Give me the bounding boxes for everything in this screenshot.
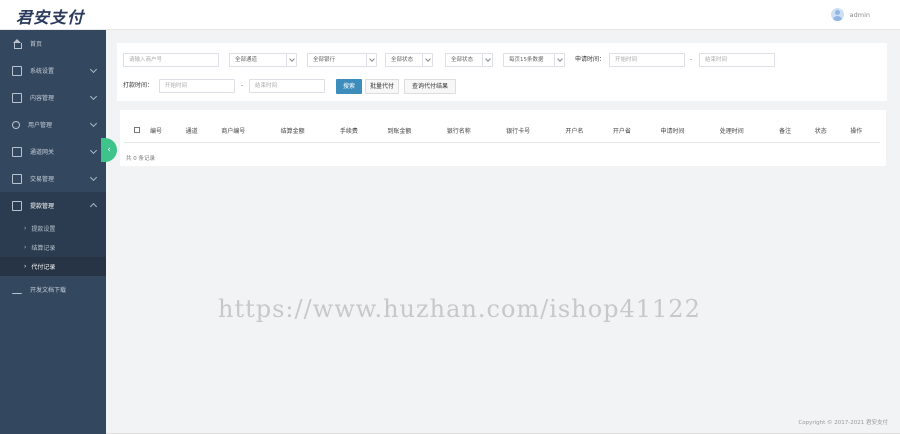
- column-header: 备注: [773, 120, 809, 143]
- select-value: 全部状态: [391, 57, 414, 63]
- select-value: 全部通道: [235, 57, 258, 63]
- footer-copyright: Copyright © 2017-2021 君安支付: [798, 420, 888, 426]
- column-header: 银行卡号: [500, 120, 560, 143]
- column-header: 通道: [179, 120, 216, 143]
- sidebar-item-users[interactable]: 用户管理: [0, 111, 106, 138]
- column-header: 手续费: [333, 120, 382, 143]
- range-dash: -: [241, 82, 244, 89]
- table-panel: 编号 通道 商户编号 结算金额 手续费 到账金额 银行名称 银行卡号 开户名 开…: [120, 110, 886, 166]
- submenu-item-label: 结算记录: [31, 245, 56, 252]
- chevron-down-icon: [482, 54, 492, 66]
- batch-payout-button[interactable]: 批量代付: [365, 79, 399, 94]
- submenu-item-label: 提款设置: [31, 226, 56, 233]
- submenu-item-withdraw-settings[interactable]: › 提款设置: [0, 219, 106, 238]
- column-header: 商户编号: [215, 120, 275, 143]
- channel-select[interactable]: 全部通道: [229, 53, 297, 67]
- record-count: 共 0 条记录: [126, 156, 155, 162]
- username: admin: [849, 10, 870, 19]
- withdraw-icon: [12, 200, 22, 211]
- select-value: 每页15条数据: [509, 57, 544, 63]
- apply-start-input[interactable]: 开始时间: [609, 53, 685, 67]
- chevron-right-icon: ›: [24, 225, 27, 232]
- range-dash: -: [690, 56, 693, 63]
- submenu-item-settlement-records[interactable]: › 结算记录: [0, 238, 106, 257]
- status-select-2[interactable]: 全部状态: [445, 53, 493, 67]
- chevron-down-icon: [89, 92, 98, 101]
- column-header: 操作: [844, 120, 880, 143]
- submenu-item-payout-records[interactable]: › 代付记录: [0, 257, 106, 276]
- column-header: 状态: [808, 120, 845, 143]
- sidebar: 首页 系统设置 内容管理 用户管理 通道网关 交易管理 提款管理 › 提款设置 …: [0, 30, 106, 434]
- column-header: 开户省: [606, 120, 655, 143]
- user-menu[interactable]: admin: [830, 8, 870, 21]
- merchant-number-input[interactable]: 请输入商户号: [123, 53, 219, 67]
- pay-end-input[interactable]: 结束时间: [249, 79, 325, 93]
- chevron-right-icon: ›: [24, 263, 27, 270]
- bank-select[interactable]: 全部银行: [307, 53, 377, 67]
- select-value: 全部状态: [451, 57, 474, 63]
- sidebar-item-label: 通道网关: [30, 149, 55, 156]
- pay-time-label: 打款时间：: [123, 82, 154, 89]
- home-icon: [12, 38, 22, 49]
- chevron-down-icon: [89, 173, 98, 182]
- sidebar-collapse-button[interactable]: ‹: [101, 138, 117, 162]
- chevron-down-icon: [366, 54, 376, 66]
- sidebar-item-label: 首页: [30, 41, 43, 48]
- sidebar-item-system-settings[interactable]: 系统设置: [0, 57, 106, 84]
- avatar-icon: [830, 8, 844, 21]
- sidebar-item-label: 内容管理: [30, 95, 55, 102]
- column-header: 申请时间: [654, 120, 714, 143]
- filter-panel: 请输入商户号 全部通道 全部银行 全部状态 全部状态 每页15条数据 申请时间：…: [117, 43, 887, 101]
- chevron-down-icon: [89, 65, 98, 74]
- column-header: 到账金额: [381, 120, 441, 143]
- chevron-left-icon: ‹: [107, 145, 111, 155]
- sidebar-item-gateway[interactable]: 通道网关: [0, 138, 106, 165]
- select-value: 全部银行: [313, 57, 336, 63]
- transfer-icon: [12, 173, 22, 184]
- page-size-select[interactable]: 每页15条数据: [503, 53, 565, 67]
- top-bar: 君安支付 admin: [0, 0, 900, 30]
- sidebar-item-content[interactable]: 内容管理: [0, 84, 106, 111]
- user-icon: [12, 120, 20, 129]
- column-header: 银行名称: [440, 120, 501, 143]
- sidebar-item-label: 系统设置: [30, 68, 55, 75]
- chevron-down-icon: [89, 146, 98, 155]
- status-select[interactable]: 全部状态: [385, 53, 433, 67]
- app-logo[interactable]: 君安支付: [16, 4, 84, 28]
- sidebar-item-label: 开发文档下载: [30, 287, 67, 294]
- sidebar-item-transactions[interactable]: 交易管理: [0, 165, 106, 192]
- pay-start-input[interactable]: 开始时间: [159, 79, 235, 93]
- sidebar-item-withdrawals[interactable]: 提款管理: [0, 192, 106, 219]
- apply-time-label: 申请时间：: [575, 56, 606, 63]
- table-header-row: 编号 通道 商户编号 结算金额 手续费 到账金额 银行名称 银行卡号 开户名 开…: [124, 120, 880, 143]
- sidebar-item-label: 提款管理: [30, 203, 55, 210]
- document-icon: [12, 92, 22, 103]
- gear-icon: [12, 65, 22, 76]
- column-header: 开户名: [559, 120, 607, 143]
- chevron-right-icon: ›: [24, 244, 27, 251]
- chevron-down-icon: [422, 54, 432, 66]
- column-header: 编号: [144, 120, 180, 143]
- sidebar-item-dev-docs[interactable]: 开发文档下载: [0, 276, 106, 303]
- sidebar-item-label: 用户管理: [28, 122, 53, 129]
- query-payout-result-button[interactable]: 查询代付结果: [404, 79, 456, 94]
- search-button[interactable]: 搜索: [336, 79, 362, 94]
- apply-end-input[interactable]: 结束时间: [699, 53, 775, 67]
- sidebar-item-label: 交易管理: [30, 176, 55, 183]
- chevron-down-icon: [286, 54, 296, 66]
- column-header: 处理时间: [713, 120, 774, 143]
- chevron-down-icon: [89, 119, 98, 128]
- withdrawals-submenu: › 提款设置 › 结算记录 › 代付记录: [0, 219, 106, 276]
- payout-table: 编号 通道 商户编号 结算金额 手续费 到账金额 银行名称 银行卡号 开户名 开…: [124, 120, 880, 143]
- select-all-header[interactable]: [124, 120, 144, 143]
- download-icon: [12, 286, 22, 294]
- watermark: https://www.huzhan.com/ishop41122: [218, 295, 701, 323]
- submenu-item-label: 代付记录: [31, 264, 56, 271]
- chevron-down-icon: [554, 54, 564, 66]
- sidebar-item-home[interactable]: 首页: [0, 30, 106, 57]
- select-all-checkbox[interactable]: [134, 126, 140, 133]
- column-header: 结算金额: [274, 120, 334, 143]
- image-icon: [12, 146, 22, 157]
- chevron-up-icon: [89, 202, 98, 211]
